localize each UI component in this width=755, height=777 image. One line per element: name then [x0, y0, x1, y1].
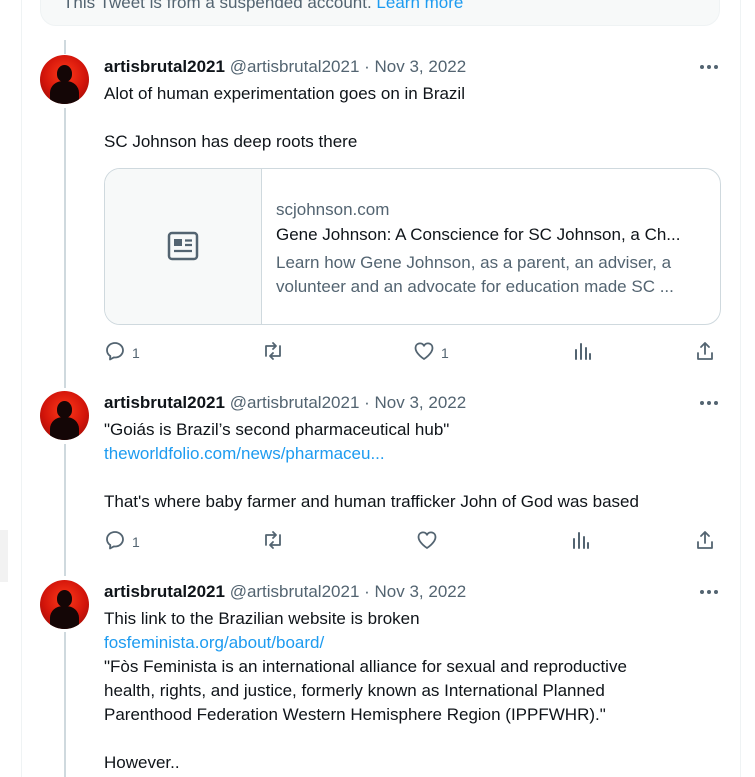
views-icon	[575, 343, 591, 360]
suspended-notice-message: This Tweet is from a suspended account.	[63, 0, 372, 12]
retweet-icon	[265, 531, 281, 549]
suspended-account-notice: This Tweet is from a suspended account. …	[40, 0, 720, 26]
display-name[interactable]: artisbrutal2021	[104, 582, 225, 601]
like-button[interactable]: 1	[413, 340, 449, 362]
tweet-text: "Fòs Feminista is an international allia…	[104, 657, 627, 676]
tweet-text: This link to the Brazilian website is br…	[104, 609, 420, 628]
views-button[interactable]	[571, 530, 591, 550]
card-description: Learn how Gene Johnson, as a parent, an …	[276, 251, 674, 299]
learn-more-link[interactable]: Learn more	[376, 0, 463, 12]
card-title: Gene Johnson: A Conscience for SC Johnso…	[276, 225, 681, 244]
reply-count: 1	[132, 345, 140, 361]
like-count: 1	[441, 345, 449, 361]
handle-and-date[interactable]: @artisbrutal2021 · Nov 3, 2022	[230, 582, 467, 601]
article-icon	[167, 231, 199, 261]
views-button[interactable]	[573, 341, 593, 361]
thread-connector	[64, 108, 66, 388]
views-icon	[573, 532, 589, 549]
share-button[interactable]	[694, 529, 716, 551]
handle-and-date[interactable]: @artisbrutal2021 · Nov 3, 2022	[230, 393, 467, 412]
reply-button[interactable]: 1	[104, 529, 140, 551]
reply-icon	[106, 531, 124, 550]
tweet-text: health, rights, and justice, formerly kn…	[104, 681, 605, 700]
window-left-margin	[0, 0, 20, 777]
like-icon	[414, 342, 434, 360]
tweet-text: SC Johnson has deep roots there	[104, 132, 358, 151]
tweet-header: artisbrutal2021 @artisbrutal2021 · Nov 3…	[104, 582, 466, 602]
tweet-text: "Goiás is Brazil’s second pharmaceutical…	[104, 420, 450, 439]
card-description-line: Learn how Gene Johnson, as a parent, an …	[276, 253, 672, 272]
more-icon[interactable]	[696, 394, 722, 412]
like-button[interactable]	[416, 529, 444, 551]
display-name[interactable]: artisbrutal2021	[104, 57, 225, 76]
tweet-text: Alot of human experimentation goes on in…	[104, 84, 465, 103]
tweet-header: artisbrutal2021 @artisbrutal2021 · Nov 3…	[104, 57, 466, 77]
tweet-text: Parenthood Federation Western Hemisphere…	[104, 705, 606, 724]
tweet-text: However..	[104, 753, 180, 772]
reply-button[interactable]: 1	[104, 340, 140, 362]
like-icon	[417, 531, 437, 549]
share-button[interactable]	[694, 340, 716, 362]
card-domain: scjohnson.com	[276, 200, 390, 219]
retweet-icon	[265, 342, 281, 360]
handle-and-date[interactable]: @artisbrutal2021 · Nov 3, 2022	[230, 57, 467, 76]
suspended-notice-text: This Tweet is from a suspended account. …	[63, 0, 463, 13]
link-preview-card[interactable]: scjohnson.com Gene Johnson: A Conscience…	[104, 168, 721, 325]
card-thumbnail	[105, 169, 262, 324]
more-icon[interactable]	[696, 583, 722, 601]
timeline-right-border	[740, 0, 741, 777]
retweet-button[interactable]	[261, 529, 291, 551]
avatar[interactable]	[40, 55, 89, 104]
avatar[interactable]	[40, 391, 89, 440]
tweet-link[interactable]: theworldfolio.com/news/pharmaceu...	[104, 444, 385, 464]
card-description-line: volunteer and an advocate for education …	[276, 277, 674, 296]
thread-connector	[64, 40, 66, 54]
reply-count: 1	[132, 534, 140, 550]
tweet-text: That's where baby farmer and human traff…	[104, 492, 639, 511]
avatar[interactable]	[40, 580, 89, 629]
scrollbar-stub[interactable]	[0, 530, 8, 582]
thread-connector	[64, 632, 66, 777]
tweet-link[interactable]: fosfeminista.org/about/board/	[104, 633, 324, 653]
reply-icon	[106, 342, 124, 361]
more-icon[interactable]	[696, 58, 722, 76]
display-name[interactable]: artisbrutal2021	[104, 393, 225, 412]
share-icon	[697, 342, 713, 360]
thread-connector	[64, 444, 66, 576]
timeline-left-border	[21, 0, 22, 777]
tweet-header: artisbrutal2021 @artisbrutal2021 · Nov 3…	[104, 393, 466, 413]
retweet-button[interactable]	[261, 340, 291, 362]
share-icon	[697, 531, 713, 549]
